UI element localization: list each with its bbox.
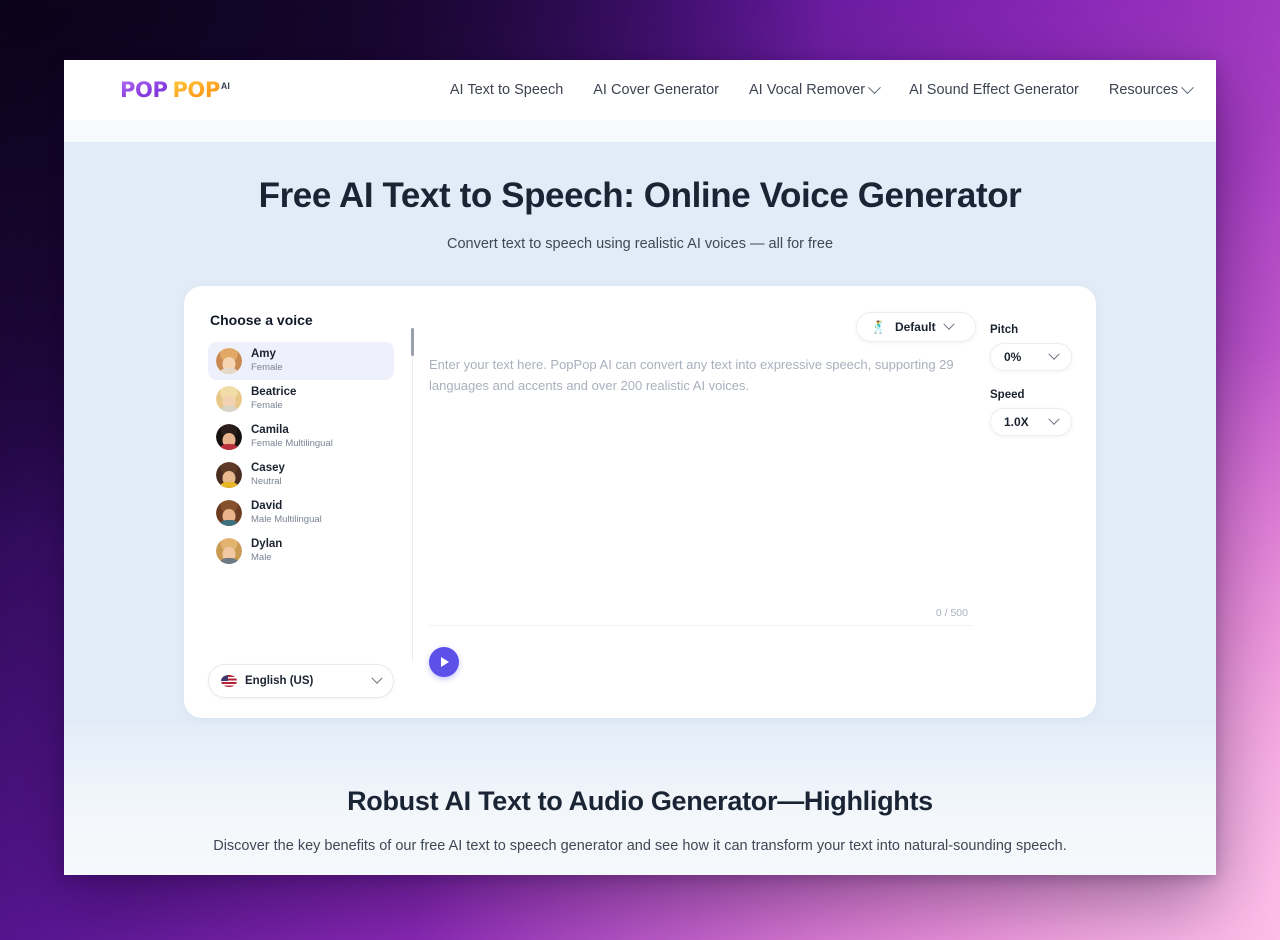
voice-name: Beatrice [251,386,297,399]
voice-type: Female [251,399,283,411]
voice-list-item[interactable]: Dylan Male [208,532,394,570]
nav-item-resources[interactable]: Resources [1108,80,1195,98]
text-input-area[interactable]: Enter your text here. PopPop AI can conv… [427,350,976,625]
choose-voice-label: Choose a voice [210,312,313,328]
main-navigation: AI Text to Speech AI Cover Generator AI … [450,80,1195,98]
chevron-down-icon [942,318,955,330]
us-flag-icon [221,675,237,687]
highlights-title: Robust AI Text to Audio Generator—Highli… [347,786,933,816]
dancer-emoji-icon: 🕺 [871,320,886,334]
voice-meta: Dylan Male [251,538,282,563]
avatar [216,538,242,564]
avatar [216,386,242,412]
voice-type: Male [251,551,272,563]
voice-list[interactable]: Amy Female Beatrice Female Camila Female… [208,342,394,654]
avatar [216,348,242,374]
tts-tool-card: Choose a voice Amy Female Beatrice Femal… [184,286,1096,718]
voice-meta: David Male Multilingual [251,500,322,525]
play-button[interactable] [429,647,459,677]
pitch-select[interactable]: 0% [990,343,1072,371]
voice-list-item[interactable]: David Male Multilingual [208,494,394,532]
header-divider-strip [64,120,1216,142]
page-title: Free AI Text to Speech: Online Voice Gen… [258,176,1022,215]
editor-toolbar: 🕺 Default [427,312,976,342]
language-label: English (US) [245,675,314,687]
voice-panel: Choose a voice Amy Female Beatrice Femal… [208,312,394,698]
voice-name: Camila [251,424,289,437]
avatar [216,462,242,488]
nav-label: AI Vocal Remover [749,82,866,98]
voice-style-label: Default [894,320,936,334]
chevron-down-icon [371,672,383,684]
chevron-down-icon [1048,413,1060,425]
voice-meta: Casey Neutral [251,462,285,487]
text-input-placeholder: Enter your text here. PopPop AI can conv… [429,357,954,394]
pitch-label: Pitch [990,324,1019,336]
playback-row [427,626,976,698]
voice-type: Female [251,361,283,373]
voice-meta: Beatrice Female [251,386,296,411]
nav-item-ai-sound-effect-generator[interactable]: AI Sound Effect Generator [909,82,1079,98]
chevron-down-icon [1181,80,1195,94]
voice-type: Male Multilingual [251,513,322,525]
hero-section: Free AI Text to Speech: Online Voice Gen… [64,142,1216,286]
voice-list-item[interactable]: Casey Neutral [208,456,394,494]
nav-item-ai-text-to-speech[interactable]: AI Text to Speech [450,82,563,98]
chevron-down-icon [868,80,881,94]
voice-style-select[interactable]: 🕺 Default [856,312,976,342]
page-subtitle: Convert text to speech using realistic A… [446,236,834,252]
poppop-ai-logo[interactable]: POP POP AI [120,77,230,102]
pitch-value: 0% [1004,350,1022,364]
highlights-section: Robust AI Text to Audio Generator—Highli… [64,718,1216,875]
chevron-down-icon [1048,348,1060,360]
highlights-subtitle: Discover the key benefits of our free AI… [213,838,1067,854]
logo-text-pop-orange: POP [172,77,220,102]
settings-panel: Pitch 0% Speed 1.0X [976,312,1072,698]
browser-page: POP POP AI AI Text to Speech AI Cover Ge… [64,60,1216,875]
nav-label: AI Sound Effect Generator [909,82,1079,98]
tool-card-wrapper: Choose a voice Amy Female Beatrice Femal… [64,286,1216,718]
avatar [216,500,242,526]
character-counter: 0 / 500 [935,607,968,619]
speed-label: Speed [990,389,1025,401]
voice-name: Casey [251,462,285,475]
language-select[interactable]: English (US) [208,664,394,698]
voice-name: Dylan [251,538,283,551]
logo-text-pop-purple: POP [120,77,168,102]
voice-name: Amy [251,348,276,361]
speed-select[interactable]: 1.0X [990,408,1072,436]
logo-ai-superscript: AI [220,80,230,91]
nav-item-ai-vocal-remover[interactable]: AI Vocal Remover [749,80,881,98]
avatar [216,424,242,450]
voice-meta: Amy Female [251,348,283,373]
editor-panel: 🕺 Default Enter your text here. PopPop A… [413,312,976,698]
nav-item-ai-cover-generator[interactable]: AI Cover Generator [593,82,719,98]
voice-list-item[interactable]: Amy Female [208,342,394,380]
voice-type: Neutral [251,475,282,487]
voice-list-item[interactable]: Camila Female Multilingual [208,418,394,456]
site-header: POP POP AI AI Text to Speech AI Cover Ge… [64,60,1216,120]
voice-type: Female Multilingual [251,437,333,449]
voice-list-item[interactable]: Beatrice Female [208,380,394,418]
play-icon [441,657,449,667]
nav-label: AI Cover Generator [593,82,719,98]
nav-label: Resources [1108,82,1179,98]
voice-meta: Camila Female Multilingual [251,424,333,449]
voice-name: David [251,500,283,513]
speed-value: 1.0X [1004,415,1029,429]
nav-label: AI Text to Speech [449,82,564,98]
